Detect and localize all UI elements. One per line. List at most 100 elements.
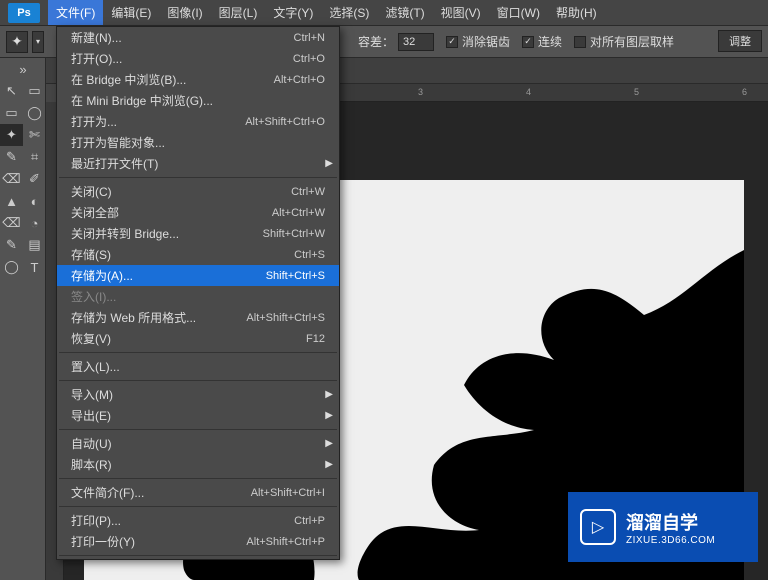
menu-item-shortcut: Alt+Ctrl+W <box>272 207 325 219</box>
tool-12[interactable]: ⌫ <box>0 212 23 234</box>
menu-item-label: 恢复(V) <box>71 330 306 347</box>
menu-item-label: 脚本(R) <box>71 456 325 473</box>
menu-5[interactable]: 选择(S) <box>321 0 377 25</box>
contiguous-checkbox[interactable]: ✓ <box>522 36 534 48</box>
menu-item-shortcut: Ctrl+N <box>294 32 325 44</box>
tool-17[interactable]: T <box>23 256 46 278</box>
tool-3[interactable]: ◯ <box>23 102 46 124</box>
file-menu: 新建(N)...Ctrl+N打开(O)...Ctrl+O在 Bridge 中浏览… <box>56 26 340 560</box>
tool-14[interactable]: ✎ <box>0 234 23 256</box>
menu-item[interactable]: 最近打开文件(T)▶ <box>57 153 339 174</box>
tool-6[interactable]: ✎ <box>0 146 23 168</box>
tool-7[interactable]: ⌗ <box>23 146 46 168</box>
tool-4[interactable]: ✦ <box>0 124 23 146</box>
menu-item-shortcut: Alt+Shift+Ctrl+S <box>246 312 325 324</box>
menu-item[interactable]: 打开为...Alt+Shift+Ctrl+O <box>57 111 339 132</box>
menu-item-shortcut: Alt+Shift+Ctrl+I <box>251 487 325 499</box>
menu-item[interactable]: 置入(L)... <box>57 356 339 377</box>
menu-item[interactable]: 自动(U)▶ <box>57 433 339 454</box>
menu-separator <box>59 506 337 507</box>
menu-2[interactable]: 图像(I) <box>159 0 210 25</box>
watermark-title: 溜溜自学 <box>626 509 715 535</box>
menu-item-label: 关闭全部 <box>71 204 272 221</box>
menu-item[interactable]: 导出(E)▶ <box>57 405 339 426</box>
menu-item[interactable]: 在 Bridge 中浏览(B)...Alt+Ctrl+O <box>57 69 339 90</box>
menu-separator <box>59 177 337 178</box>
menu-item[interactable]: 关闭并转到 Bridge...Shift+Ctrl+W <box>57 223 339 244</box>
menu-4[interactable]: 文字(Y) <box>265 0 321 25</box>
menu-item[interactable]: 关闭全部Alt+Ctrl+W <box>57 202 339 223</box>
menu-item[interactable]: 导入(M)▶ <box>57 384 339 405</box>
menu-item[interactable]: 脚本(R)▶ <box>57 454 339 475</box>
tool-1[interactable]: ▭ <box>23 80 46 102</box>
menu-item-label: 最近打开文件(T) <box>71 155 325 172</box>
collapse-handle[interactable]: » <box>0 58 46 80</box>
menu-item-label: 打印一份(Y) <box>71 533 246 550</box>
toolbox: » ↖▭▭◯✦✄✎⌗⌫✐▲◐⌫◔✎▤◯T <box>0 58 46 580</box>
menu-item[interactable]: 存储(S)Ctrl+S <box>57 244 339 265</box>
tool-16[interactable]: ◯ <box>0 256 23 278</box>
menu-6[interactable]: 滤镜(T) <box>377 0 432 25</box>
menu-item-label: 存储(S) <box>71 246 294 263</box>
adjust-button[interactable]: 调整 <box>718 30 762 52</box>
watermark: ▷ 溜溜自学 ZIXUE.3D66.COM <box>568 492 758 562</box>
tolerance-input[interactable] <box>398 33 434 51</box>
menu-item[interactable]: 在 Mini Bridge 中浏览(G)... <box>57 90 339 111</box>
menu-item[interactable]: 新建(N)...Ctrl+N <box>57 27 339 48</box>
menu-9[interactable]: 帮助(H) <box>548 0 605 25</box>
play-icon: ▷ <box>580 509 616 545</box>
tool-8[interactable]: ⌫ <box>0 168 23 190</box>
menu-item[interactable]: 存储为 Web 所用格式...Alt+Shift+Ctrl+S <box>57 307 339 328</box>
menu-7[interactable]: 视图(V) <box>433 0 489 25</box>
menu-item-label: 打开为智能对象... <box>71 134 325 151</box>
menu-1[interactable]: 编辑(E) <box>103 0 159 25</box>
tool-10[interactable]: ▲ <box>0 190 23 212</box>
menu-item[interactable]: 关闭(C)Ctrl+W <box>57 181 339 202</box>
menubar: Ps 文件(F)编辑(E)图像(I)图层(L)文字(Y)选择(S)滤镜(T)视图… <box>0 0 768 26</box>
tool-5[interactable]: ✄ <box>23 124 46 146</box>
watermark-url: ZIXUE.3D66.COM <box>626 535 715 546</box>
tool-preset-dropdown[interactable]: ▾ <box>32 31 44 53</box>
tool-2[interactable]: ▭ <box>0 102 23 124</box>
menu-item-label: 置入(L)... <box>71 358 325 375</box>
menu-item[interactable]: 打开为智能对象... <box>57 132 339 153</box>
menu-item-label: 打开为... <box>71 113 245 130</box>
menu-item: 签入(I)... <box>57 286 339 307</box>
menu-item[interactable]: 打开(O)...Ctrl+O <box>57 48 339 69</box>
tolerance-label: 容差： <box>358 33 394 50</box>
menu-item-label: 关闭(C) <box>71 183 291 200</box>
all-layers-checkbox[interactable] <box>574 36 586 48</box>
menu-separator <box>59 478 337 479</box>
menu-8[interactable]: 窗口(W) <box>489 0 548 25</box>
tool-13[interactable]: ◔ <box>23 212 46 234</box>
menu-separator <box>59 380 337 381</box>
menu-item-label: 存储为(A)... <box>71 267 266 284</box>
submenu-arrow-icon: ▶ <box>325 410 333 421</box>
ruler-mark: 6 <box>742 87 747 97</box>
submenu-arrow-icon: ▶ <box>325 459 333 470</box>
menu-item-label: 存储为 Web 所用格式... <box>71 309 246 326</box>
menu-item-shortcut: Ctrl+W <box>291 186 325 198</box>
menu-item-label: 导出(E) <box>71 407 325 424</box>
menu-item[interactable]: 打印一份(Y)Alt+Shift+Ctrl+P <box>57 531 339 552</box>
menu-separator <box>59 429 337 430</box>
submenu-arrow-icon: ▶ <box>325 438 333 449</box>
tool-0[interactable]: ↖ <box>0 80 23 102</box>
antialias-checkbox[interactable]: ✓ <box>446 36 458 48</box>
tool-11[interactable]: ◐ <box>23 190 46 212</box>
menu-item[interactable]: 恢复(V)F12 <box>57 328 339 349</box>
menu-3[interactable]: 图层(L) <box>211 0 266 25</box>
menu-item[interactable]: 打印(P)...Ctrl+P <box>57 510 339 531</box>
menu-item-label: 打印(P)... <box>71 512 294 529</box>
menu-item[interactable]: 文件简介(F)...Alt+Shift+Ctrl+I <box>57 482 339 503</box>
menu-0[interactable]: 文件(F) <box>48 0 103 25</box>
tool-9[interactable]: ✐ <box>23 168 46 190</box>
menu-item[interactable]: 存储为(A)...Shift+Ctrl+S <box>57 265 339 286</box>
menu-item-shortcut: Alt+Shift+Ctrl+P <box>246 536 325 548</box>
ps-logo: Ps <box>8 3 40 23</box>
submenu-arrow-icon: ▶ <box>325 158 333 169</box>
tool-preview[interactable]: ✦ <box>6 31 28 53</box>
menu-item-label: 在 Mini Bridge 中浏览(G)... <box>71 92 325 109</box>
tool-15[interactable]: ▤ <box>23 234 46 256</box>
menu-item-label: 新建(N)... <box>71 29 294 46</box>
